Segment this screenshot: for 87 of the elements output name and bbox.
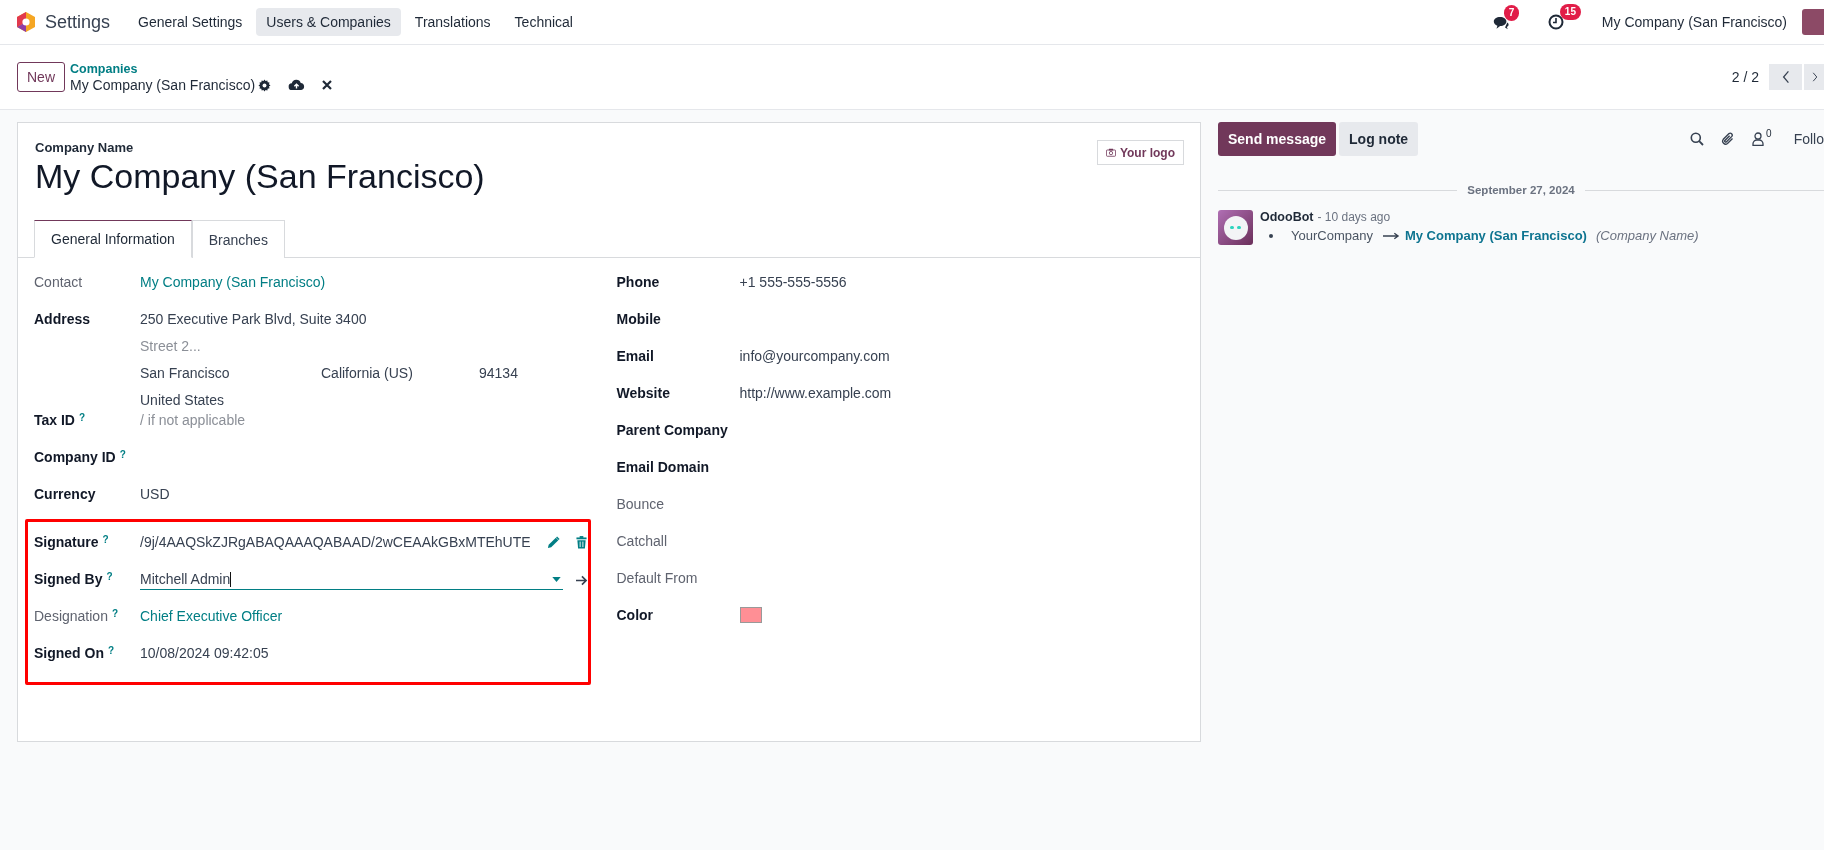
street-field[interactable]: 250 Executive Park Blvd, Suite 3400 xyxy=(140,311,602,327)
field-value: USD xyxy=(140,486,170,502)
help-tooltip[interactable]: ? xyxy=(102,534,109,545)
help-tooltip[interactable]: ? xyxy=(111,608,119,619)
old-value: YourCompany xyxy=(1291,228,1373,243)
search-icon[interactable] xyxy=(1690,132,1705,146)
message-time: - 10 days ago xyxy=(1317,210,1391,224)
field-label: Email Domain xyxy=(616,459,710,475)
bullet-icon xyxy=(1269,233,1273,238)
arrow-right-icon[interactable] xyxy=(575,575,588,586)
color-swatch[interactable] xyxy=(739,607,762,623)
field-label: Contact xyxy=(34,274,83,290)
message-author[interactable]: OdooBot xyxy=(1260,210,1314,224)
followers-count: 0 xyxy=(1766,128,1772,139)
field-label: Mobile xyxy=(616,311,661,327)
bot-avatar xyxy=(1218,210,1253,245)
record-title: My Company (San Francisco) xyxy=(70,77,256,93)
paperclip-icon[interactable] xyxy=(1721,131,1736,147)
chat-icon[interactable] xyxy=(1491,14,1510,30)
field-label: Signed By xyxy=(34,571,103,587)
field-label: Designation xyxy=(34,608,108,624)
field-label: Currency xyxy=(34,486,96,502)
field-value: 10/08/2024 09:42:05 xyxy=(140,645,269,661)
tab[interactable]: Branches xyxy=(191,220,285,258)
close-icon[interactable] xyxy=(322,80,333,90)
previous-button[interactable] xyxy=(1769,64,1802,90)
gear-icon[interactable] xyxy=(258,78,272,92)
field-label: Phone xyxy=(616,274,660,290)
new-button[interactable]: New xyxy=(17,62,65,92)
chevron-left-icon xyxy=(1781,70,1790,84)
field-label: Signature xyxy=(34,534,99,550)
send-message-button[interactable]: Send message xyxy=(1218,122,1337,156)
company-switcher[interactable]: My Company (San Francisco) xyxy=(1601,14,1787,30)
field-value: +1 555-555-5556 xyxy=(739,274,847,290)
company-name-field[interactable]: My Company (San Francisco) xyxy=(35,157,485,196)
pencil-icon[interactable] xyxy=(546,535,560,549)
notification-badge: 15 xyxy=(1559,4,1581,20)
tab[interactable]: General Information xyxy=(34,220,192,258)
field-label: Address xyxy=(34,311,91,327)
follow-button[interactable]: Follo xyxy=(1793,131,1824,147)
clock-icon[interactable] xyxy=(1547,14,1564,30)
field-label: Bounce xyxy=(616,496,664,512)
city-field[interactable]: San Francisco xyxy=(140,365,321,381)
trash-icon[interactable] xyxy=(575,535,587,549)
field-label: Tax ID xyxy=(34,412,75,428)
log-note-button[interactable]: Log note xyxy=(1339,122,1419,156)
menu-item[interactable]: Translations xyxy=(404,8,501,36)
help-tooltip[interactable]: ? xyxy=(106,571,113,582)
chevron-right-icon xyxy=(1812,70,1818,84)
pager-value: 2 / 2 xyxy=(1731,69,1759,85)
app-logo-icon[interactable] xyxy=(16,11,36,33)
field-label: Email xyxy=(616,348,654,364)
field-label: Color xyxy=(616,607,654,623)
notification-badge: 7 xyxy=(1503,4,1520,21)
person-icon[interactable] xyxy=(1752,132,1765,146)
field-value: http://www.example.com xyxy=(739,385,892,401)
field-label: Default From xyxy=(616,570,698,586)
field-label: Website xyxy=(616,385,670,401)
field-label: Company ID xyxy=(34,449,116,465)
camera-icon xyxy=(1105,148,1116,157)
field-value-link[interactable]: My Company (San Francisco) xyxy=(140,274,326,290)
logo-upload-button[interactable]: Your logo xyxy=(1096,140,1184,165)
field-label: Catchall xyxy=(616,533,668,549)
help-tooltip[interactable]: ? xyxy=(108,645,115,656)
caret-icon xyxy=(552,576,561,582)
country-field[interactable]: United States xyxy=(140,392,602,408)
changed-field-name: (Company Name) xyxy=(1595,228,1699,243)
field-value: info@yourcompany.com xyxy=(739,348,890,364)
menu-item[interactable]: Technical xyxy=(504,8,583,36)
long-arrow-right-icon xyxy=(1382,231,1400,240)
help-tooltip[interactable]: ? xyxy=(79,412,86,423)
breadcrumb-link[interactable]: Companies xyxy=(70,61,333,77)
menu-item[interactable]: General Settings xyxy=(128,8,253,36)
field-label: Parent Company xyxy=(616,422,728,438)
field-label: Signed On xyxy=(34,645,104,661)
signature-value: /9j/4AAQSkZJRgABAQAAAQABAAD/2wCEAAkGBxMTEhUTE xyxy=(140,534,531,550)
help-tooltip[interactable]: ? xyxy=(119,449,126,460)
menu-item[interactable]: Users & Companies xyxy=(256,8,401,36)
state-field[interactable]: California (US) xyxy=(321,365,479,381)
cloud-upload-icon[interactable] xyxy=(288,79,306,91)
zip-field[interactable]: 94134 xyxy=(479,365,518,381)
app-name[interactable]: Settings xyxy=(45,11,111,33)
field-value-link[interactable]: Chief Executive Officer xyxy=(140,608,283,624)
field-label: Company Name xyxy=(35,140,135,155)
new-value: My Company (San Francisco) xyxy=(1404,228,1587,243)
date-separator: September 27, 2024 xyxy=(1467,184,1575,196)
signed-by-field[interactable]: Mitchell Admin xyxy=(140,571,563,590)
